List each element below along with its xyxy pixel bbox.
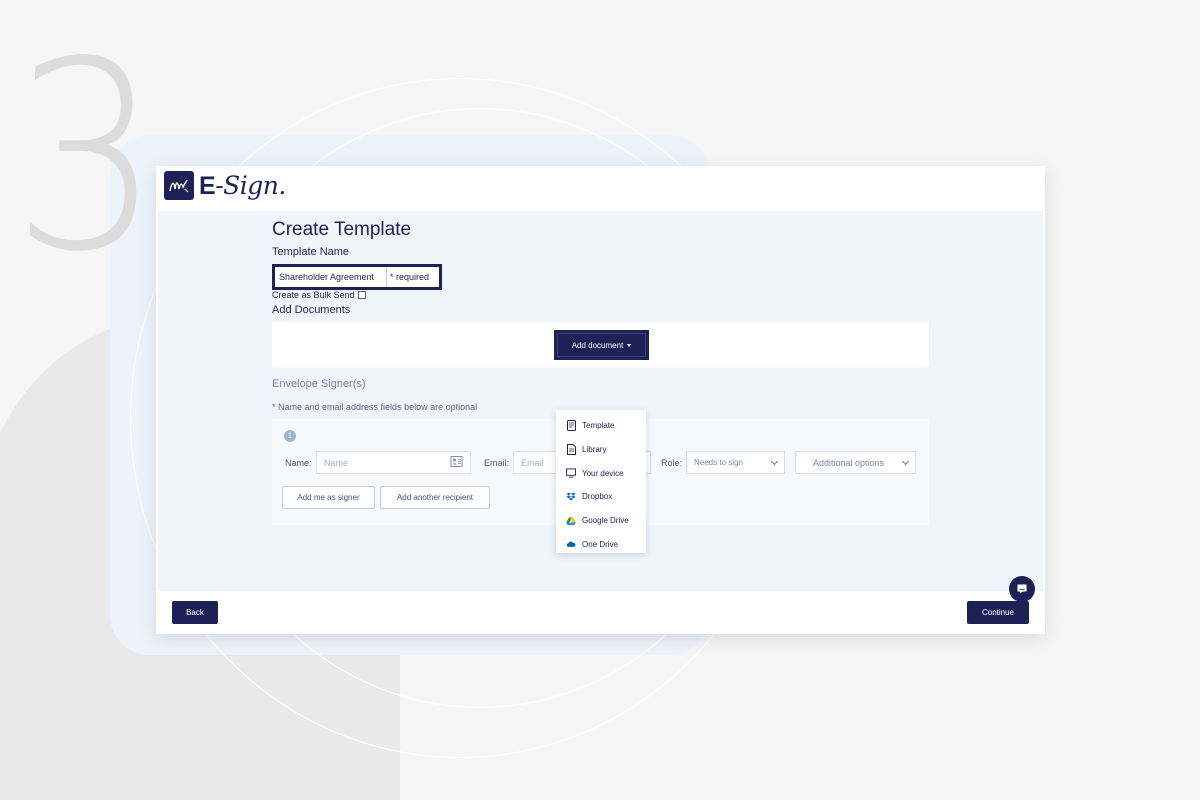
onedrive-icon (566, 539, 576, 549)
chevron-down-icon (901, 457, 910, 465)
esign-logo-text: E-Sign. (199, 171, 286, 201)
template-name-input[interactable] (275, 267, 387, 287)
documents-panel: Add document (272, 322, 929, 367)
menu-item-label: Library (582, 445, 607, 455)
signers-note: * Name and email address fields below ar… (272, 402, 478, 412)
top-bar: E-Sign. (156, 166, 1045, 211)
menu-item-label: One Drive (582, 539, 619, 549)
template-name-field: * required (272, 264, 442, 290)
name-label: Name: (285, 458, 312, 468)
add-another-recipient-button[interactable]: Add another recipient (380, 486, 490, 509)
role-value: Needs to sign (694, 458, 743, 467)
name-placeholder: Name (324, 457, 349, 468)
menu-item-label: Dropbox (582, 492, 613, 502)
logo-letter: E (199, 172, 216, 200)
email-placeholder: Email (521, 457, 544, 468)
continue-button[interactable]: Continue (967, 601, 1029, 624)
additional-options-select[interactable]: Additional options (795, 451, 916, 474)
menu-item-one-drive[interactable]: One Drive (556, 532, 646, 556)
role-label: Role: (661, 458, 683, 468)
add-document-label: Add document (571, 340, 624, 350)
menu-item-google-drive[interactable]: Google Drive (556, 509, 646, 533)
add-document-menu: Template Library Your device Dropbox Goo… (556, 410, 646, 553)
google-drive-icon (566, 516, 576, 526)
chevron-down-icon (770, 457, 779, 465)
device-icon (566, 468, 576, 478)
menu-item-label: Template (582, 421, 615, 431)
bulk-send-label: Create as Bulk Send (272, 290, 355, 300)
required-note: * required (390, 272, 430, 282)
add-document-button[interactable]: Add document (554, 330, 649, 360)
page-title: Create Template (272, 219, 412, 240)
menu-item-label: Google Drive (582, 516, 629, 526)
menu-item-dropbox[interactable]: Dropbox (556, 485, 646, 509)
library-icon (566, 444, 576, 456)
dropbox-icon (566, 492, 576, 502)
role-select[interactable]: Needs to sign (686, 451, 785, 474)
esign-logo-icon (164, 171, 194, 200)
add-me-as-signer-button[interactable]: Add me as signer (282, 486, 375, 509)
menu-item-label: Your device (582, 468, 624, 478)
caret-down-icon (627, 343, 632, 347)
app-window: E-Sign. Create Template Template Name * … (156, 166, 1045, 634)
menu-item-your-device[interactable]: Your device (556, 461, 646, 485)
step-number: 3 (12, 7, 161, 309)
envelope-signers-title: Envelope Signer(s) (272, 378, 366, 390)
chat-icon (1017, 584, 1027, 594)
back-button[interactable]: Back (172, 601, 218, 624)
template-name-label: Template Name (272, 246, 350, 258)
menu-item-library[interactable]: Library (556, 438, 646, 462)
add-documents-label: Add Documents (272, 304, 351, 316)
chat-button[interactable] (1009, 576, 1035, 602)
template-icon (566, 420, 576, 432)
footer-bar: Back Continue (156, 591, 1045, 634)
signer-number-badge: 1 (284, 430, 296, 442)
signer-name-input[interactable]: Name (316, 451, 471, 474)
menu-item-template[interactable]: Template (556, 414, 646, 438)
bulk-send-checkbox[interactable] (357, 291, 366, 299)
additional-options-label: Additional options (813, 457, 885, 468)
contacts-icon[interactable] (450, 456, 463, 469)
bulk-send-row: Create as Bulk Send (272, 290, 366, 300)
main-content: Create Template Template Name * required… (158, 211, 1043, 591)
email-label: Email: (484, 458, 510, 468)
logo-word: -Sign. (215, 171, 286, 200)
